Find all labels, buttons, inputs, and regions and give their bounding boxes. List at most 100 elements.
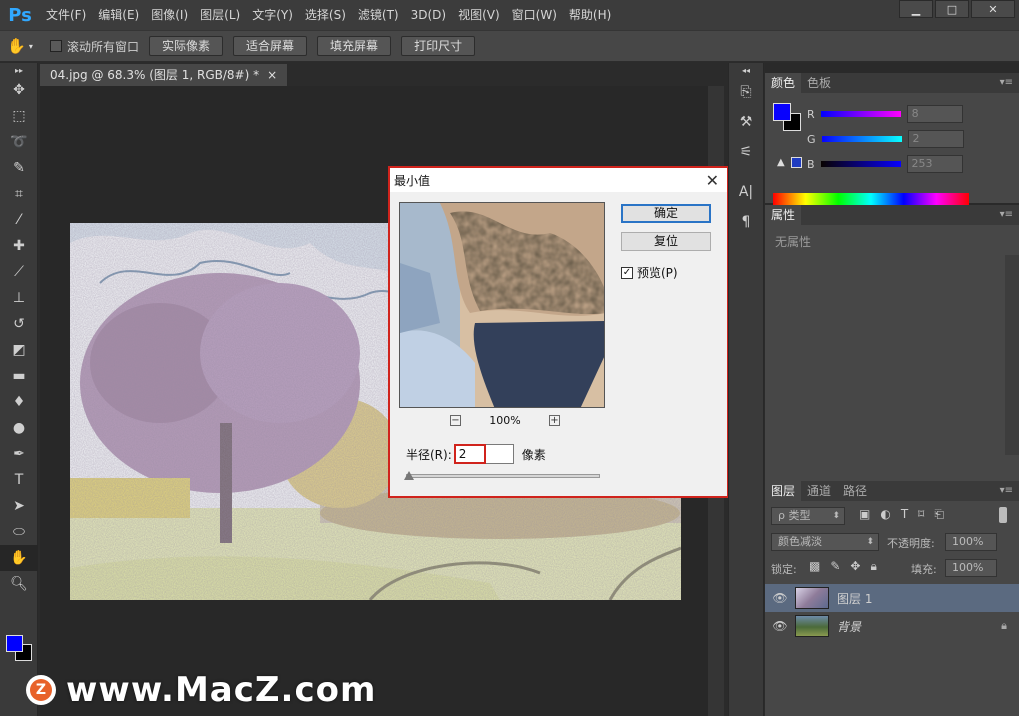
tab-channels[interactable]: 通道	[801, 481, 837, 501]
hand-tool-icon[interactable]: ✋	[0, 545, 38, 571]
color-panel-menu-icon[interactable]: ▾≡	[1000, 73, 1019, 93]
radius-value[interactable]: 2	[453, 444, 486, 464]
fill-screen-button[interactable]: 填充屏幕	[317, 36, 392, 56]
layer-name[interactable]: 背景	[837, 618, 861, 635]
panel-collapse-icon[interactable]: ▸▸	[0, 63, 38, 77]
color-panel-swatches[interactable]	[773, 103, 803, 133]
layer-row[interactable]: 👁︎ 背景 🔒︎	[765, 612, 1019, 640]
filter-preview[interactable]	[399, 202, 605, 408]
properties-panel-menu-icon[interactable]: ▾≡	[1000, 205, 1019, 225]
blur-tool-icon[interactable]: ♦	[0, 389, 38, 415]
ok-button[interactable]: 确定	[621, 204, 711, 223]
visibility-eye-icon[interactable]: 👁︎	[765, 619, 795, 633]
move-tool-icon[interactable]: ✥	[0, 77, 38, 103]
tab-properties[interactable]: 属性	[765, 205, 802, 225]
healing-brush-tool-icon[interactable]: ✚	[0, 233, 38, 259]
filter-toggle-switch[interactable]	[999, 507, 1007, 523]
minimize-button[interactable]: ▁	[899, 0, 933, 18]
actual-pixels-button[interactable]: 实际像素	[149, 36, 224, 56]
quick-select-tool-icon[interactable]: ✎	[0, 155, 38, 181]
dialog-close-icon[interactable]: ✕	[706, 171, 719, 190]
menu-layer[interactable]: 图层(L)	[194, 0, 246, 30]
lock-all-icon[interactable]: 🔒︎	[870, 559, 876, 574]
hand-tool-preset-icon[interactable]: ✋ ▾	[0, 37, 40, 55]
shape-filter-icon[interactable]: ⌑	[918, 507, 924, 522]
layers-panel-menu-icon[interactable]: ▾≡	[1000, 481, 1019, 501]
smart-object-filter-icon[interactable]: ⎗	[934, 507, 944, 522]
tab-swatches[interactable]: 色板	[801, 73, 837, 93]
visibility-eye-icon[interactable]: 👁︎	[765, 591, 795, 605]
zoom-tool-icon[interactable]: 🔍︎	[0, 571, 38, 597]
properties-scrollbar[interactable]	[1005, 255, 1019, 455]
tool-presets-icon[interactable]: ⚒	[729, 107, 763, 137]
blend-mode-dropdown[interactable]: 颜色减淡 ⬍	[771, 533, 879, 551]
lock-image-icon[interactable]: ✎	[830, 559, 840, 574]
lasso-tool-icon[interactable]: ➰	[0, 129, 38, 155]
menu-window[interactable]: 窗口(W)	[506, 0, 563, 30]
lock-transparency-icon[interactable]: ▩	[809, 559, 820, 574]
dialog-titlebar[interactable]: 最小值 ✕	[390, 168, 727, 192]
menu-image[interactable]: 图像(I)	[145, 0, 194, 30]
gamut-color-chip[interactable]	[791, 157, 802, 168]
tab-color[interactable]: 颜色	[765, 73, 802, 93]
fill-input[interactable]: 100%	[945, 559, 997, 577]
maximize-button[interactable]: □	[935, 0, 969, 18]
dodge-tool-icon[interactable]: ●	[0, 415, 38, 441]
close-window-button[interactable]: ✕	[971, 0, 1015, 18]
out-of-gamut-warning-icon[interactable]: ▲	[777, 157, 785, 168]
radius-slider-handle[interactable]	[404, 471, 414, 480]
radius-input[interactable]: 2	[453, 444, 514, 464]
color-swatches[interactable]	[6, 635, 34, 663]
stamp-tool-icon[interactable]: ⊥	[0, 285, 38, 311]
scroll-all-checkbox[interactable]	[50, 40, 62, 52]
radius-slider[interactable]	[404, 471, 600, 480]
tab-layers[interactable]: 图层	[765, 481, 802, 501]
green-channel-value[interactable]: 2	[907, 130, 964, 148]
pixel-filter-icon[interactable]: ▣	[859, 507, 870, 522]
opacity-input[interactable]: 100%	[945, 533, 997, 551]
menu-help[interactable]: 帮助(H)	[563, 0, 617, 30]
document-tab[interactable]: 04.jpg @ 68.3% (图层 1, RGB/8#) * ×	[40, 64, 289, 86]
foreground-color-swatch[interactable]	[6, 635, 23, 652]
scroll-all-windows-option[interactable]: 滚动所有窗口	[50, 38, 139, 55]
history-brush-tool-icon[interactable]: ↺	[0, 311, 38, 337]
adjustment-filter-icon[interactable]: ◐	[880, 507, 890, 522]
blue-channel-slider[interactable]	[820, 161, 901, 167]
menu-select[interactable]: 选择(S)	[299, 0, 352, 30]
character-panel-icon[interactable]: A|	[729, 177, 763, 207]
menu-file[interactable]: 文件(F)	[40, 0, 92, 30]
history-panel-icon[interactable]: ⎘	[729, 77, 763, 107]
lock-position-icon[interactable]: ✥	[850, 559, 860, 574]
fit-screen-button[interactable]: 适合屏幕	[233, 36, 308, 56]
type-tool-icon[interactable]: T	[0, 467, 38, 493]
brush-presets-icon[interactable]: ⚟	[729, 137, 763, 167]
red-channel-slider[interactable]	[820, 111, 901, 117]
brush-tool-icon[interactable]: ⟋	[0, 259, 38, 285]
color-panel-foreground[interactable]	[773, 103, 791, 121]
path-select-tool-icon[interactable]: ➤	[0, 493, 38, 519]
layer-filter-dropdown[interactable]: ρ 类型 ⬍	[771, 507, 845, 525]
menu-3d[interactable]: 3D(D)	[405, 0, 452, 30]
red-channel-value[interactable]: 8	[906, 105, 963, 123]
ellipse-tool-icon[interactable]: ⬭	[0, 519, 38, 545]
green-channel-slider[interactable]	[821, 136, 902, 142]
tab-paths[interactable]: 路径	[837, 481, 873, 501]
zoom-in-button[interactable]: +	[548, 415, 560, 426]
eraser-tool-icon[interactable]: ◩	[0, 337, 38, 363]
panel-expand-icon[interactable]: ◂◂	[729, 63, 763, 77]
blue-channel-value[interactable]: 253	[906, 155, 963, 173]
print-size-button[interactable]: 打印尺寸	[401, 36, 476, 56]
layer-name[interactable]: 图层 1	[837, 590, 872, 607]
type-filter-icon[interactable]: T	[901, 507, 908, 522]
marquee-tool-icon[interactable]: ⬚	[0, 103, 38, 129]
menu-view[interactable]: 视图(V)	[452, 0, 506, 30]
menu-edit[interactable]: 编辑(E)	[92, 0, 145, 30]
menu-filter[interactable]: 滤镜(T)	[352, 0, 405, 30]
zoom-out-button[interactable]: −	[450, 415, 461, 426]
preview-option[interactable]: ✓ 预览(P)	[621, 264, 678, 281]
paragraph-panel-icon[interactable]: ¶	[729, 207, 763, 237]
crop-tool-icon[interactable]: ⌗	[0, 181, 38, 207]
menu-type[interactable]: 文字(Y)	[246, 0, 299, 30]
preview-checkbox[interactable]: ✓	[621, 266, 633, 279]
eyedropper-tool-icon[interactable]: ⁄	[0, 207, 38, 233]
